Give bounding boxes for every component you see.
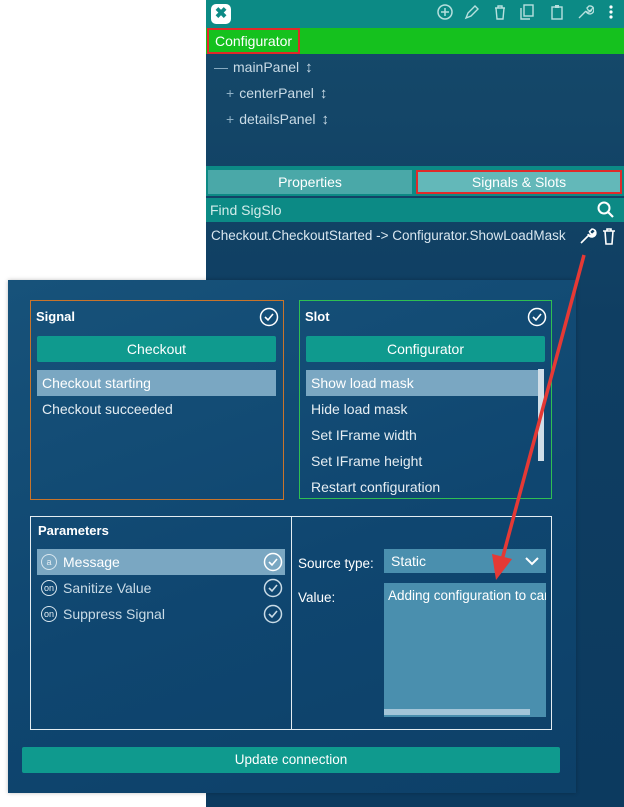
value-textarea[interactable]: Adding configuration to cart... — [384, 583, 546, 717]
slot-list-scrollbar[interactable] — [538, 369, 544, 461]
slot-item-restart-configuration[interactable]: Restart configuration — [306, 474, 538, 500]
tree-item-mainpanel[interactable]: — mainPanel ↕ — [214, 57, 313, 77]
parameter-label: Sanitize Value — [63, 580, 152, 596]
tab-signals-slots[interactable]: Signals & Slots — [416, 170, 622, 194]
resize-icon: ↕ — [319, 85, 328, 102]
check-circle-icon — [263, 552, 283, 572]
update-connection-button[interactable]: Update connection — [22, 747, 560, 773]
expand-icon[interactable]: + — [226, 111, 234, 127]
parameters-panel: Parameters a Message on Sanitize Value o… — [30, 516, 552, 730]
value-label: Value: — [298, 590, 336, 605]
more-vertical-icon[interactable] — [600, 3, 622, 25]
slot-item-set-iframe-width[interactable]: Set IFrame width — [306, 422, 538, 448]
edit-connection-wrench-icon[interactable] — [579, 226, 597, 246]
connection-list-item[interactable]: Checkout.CheckoutStarted -> Configurator… — [206, 225, 624, 247]
check-circle-icon — [263, 578, 283, 598]
string-type-icon: a — [41, 554, 57, 570]
tab-properties[interactable]: Properties — [208, 170, 412, 194]
delete-connection-icon[interactable] — [600, 226, 618, 246]
source-type-label: Source type: — [298, 556, 374, 571]
tree-root-row[interactable]: Configurator — [206, 28, 624, 54]
check-circle-icon — [527, 307, 547, 327]
resize-icon: ↕ — [305, 59, 313, 76]
search-bar[interactable]: Find SigSlo — [206, 198, 624, 222]
signal-item-checkout-starting[interactable]: Checkout starting — [37, 370, 276, 396]
check-circle-icon — [259, 307, 279, 327]
tree-item-label: centerPanel — [239, 85, 314, 101]
toolbar: ✖ — [206, 0, 624, 28]
signal-title: Signal — [36, 309, 76, 324]
parameter-label: Message — [63, 554, 120, 570]
paste-icon[interactable] — [546, 3, 568, 25]
search-icon[interactable] — [596, 200, 616, 220]
slot-item-show-load-mask[interactable]: Show load mask — [306, 370, 538, 396]
signal-item-checkout-succeeded[interactable]: Checkout succeeded — [37, 396, 276, 422]
parameter-item-message[interactable]: a Message — [37, 549, 285, 575]
tree-item-centerpanel[interactable]: + centerPanel ↕ — [226, 83, 327, 103]
edit-icon[interactable] — [461, 3, 483, 25]
tree-item-detailspanel[interactable]: + detailsPanel ↕ — [226, 109, 329, 129]
chevron-down-icon[interactable] — [524, 554, 540, 568]
source-type-value: Static — [391, 553, 427, 569]
parameter-label: Suppress Signal — [63, 606, 165, 622]
signal-component-button[interactable]: Checkout — [37, 336, 276, 362]
add-icon[interactable] — [434, 3, 456, 25]
slot-component-button[interactable]: Configurator — [306, 336, 545, 362]
tree-item-label: mainPanel — [233, 59, 300, 75]
divider — [291, 517, 292, 729]
tab-bar: Properties Signals & Slots — [206, 166, 624, 196]
slot-item-set-iframe-height[interactable]: Set IFrame height — [306, 448, 538, 474]
tree-root-label[interactable]: Configurator — [207, 28, 301, 54]
connection-label: Checkout.CheckoutStarted -> Configurator… — [211, 228, 566, 243]
connection-editor-dialog: Signal Checkout Checkout starting Checko… — [8, 280, 576, 793]
parameters-title: Parameters — [38, 523, 109, 538]
slot-panel: Slot Configurator Show load mask Hide lo… — [299, 300, 552, 499]
resize-icon: ↕ — [321, 111, 329, 128]
expand-icon[interactable]: + — [226, 85, 234, 101]
parameter-item-suppress-signal[interactable]: on Suppress Signal — [37, 601, 285, 627]
value-horizontal-scrollbar[interactable] — [384, 709, 530, 715]
delete-icon[interactable] — [489, 3, 511, 25]
tree-item-label: detailsPanel — [239, 111, 316, 127]
collapse-icon[interactable]: — — [214, 59, 228, 75]
parameter-item-sanitize-value[interactable]: on Sanitize Value — [37, 575, 285, 601]
signal-panel: Signal Checkout Checkout starting Checko… — [30, 300, 284, 500]
app-logo: ✖ — [211, 4, 231, 24]
boolean-type-icon: on — [41, 606, 57, 622]
slot-item-hide-load-mask[interactable]: Hide load mask — [306, 396, 538, 422]
search-input[interactable]: Find SigSlo — [210, 198, 282, 222]
source-type-select[interactable]: Static — [384, 549, 546, 573]
value-text: Adding configuration to cart... — [388, 588, 546, 603]
slot-title: Slot — [305, 309, 330, 324]
copy-icon[interactable] — [516, 3, 538, 25]
wrench-icon[interactable] — [574, 3, 596, 25]
boolean-type-icon: on — [41, 580, 57, 596]
check-circle-icon — [263, 604, 283, 624]
